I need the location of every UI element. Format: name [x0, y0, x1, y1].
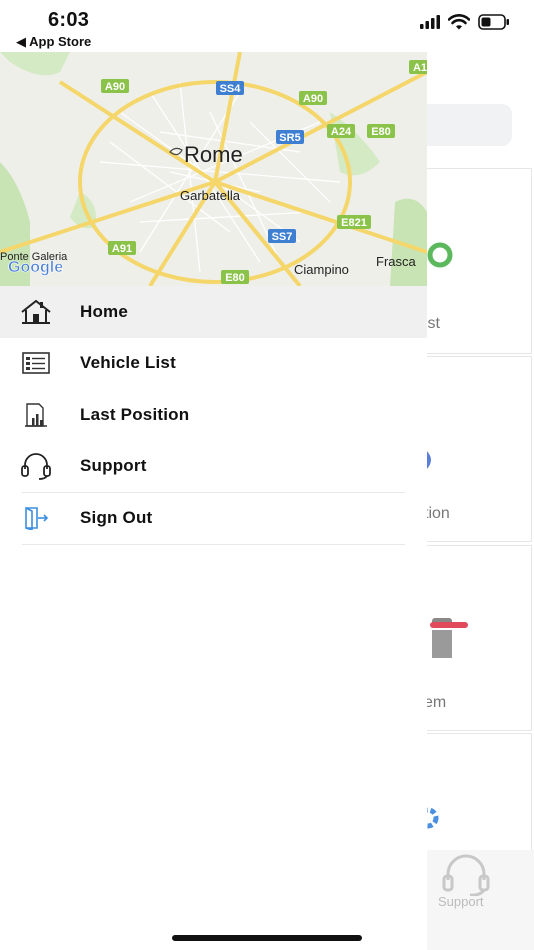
svg-text:A1: A1: [413, 62, 427, 74]
signal-icon: [420, 15, 440, 29]
svg-text:SR5: SR5: [279, 132, 300, 144]
menu-item-sign-out[interactable]: Sign Out: [0, 492, 427, 544]
status-bar: 6:03 ◀ App Store: [0, 0, 534, 52]
svg-text:SS4: SS4: [220, 83, 242, 95]
road-badge: E80: [221, 270, 249, 284]
menu-divider: [22, 544, 405, 545]
headset-icon: [442, 854, 490, 896]
svg-text:A90: A90: [303, 93, 323, 105]
road-badge: A24: [327, 124, 355, 138]
map-header[interactable]: A90 SS4 A1 A90 SR5 A24 E80 E821 SS7 A91 …: [0, 52, 427, 286]
map-label-rome: Rome: [184, 142, 243, 167]
support-nav-button[interactable]: Support: [410, 850, 534, 920]
road-badge: SS4: [216, 81, 244, 95]
menu-item-home[interactable]: Home: [0, 286, 427, 338]
svg-text:E80: E80: [371, 126, 391, 138]
menu-item-last-position[interactable]: Last Position: [0, 389, 427, 441]
google-logo: Google: [8, 259, 63, 276]
menu-item-label: Vehicle List: [80, 353, 176, 373]
menu-item-label: Support: [80, 456, 147, 476]
sign-out-icon: [20, 503, 52, 533]
background-card-label: em: [424, 694, 447, 711]
svg-text:A90: A90: [105, 81, 125, 93]
last-position-icon: [20, 400, 52, 430]
background-card-settings[interactable]: [410, 733, 532, 863]
background-card-vehicle-list[interactable]: ist: [410, 168, 532, 354]
road-badge: A1: [409, 60, 427, 74]
map-label-garbatella: Garbatella: [180, 188, 241, 203]
svg-text:E80: E80: [225, 272, 245, 284]
road-badge: E80: [367, 124, 395, 138]
background-card-label: tion: [424, 505, 450, 522]
background-card-system[interactable]: em: [410, 545, 532, 731]
map-label-frasca: Frasca: [376, 254, 417, 269]
menu-item-label: Sign Out: [80, 507, 153, 527]
drawer-menu: Home Vehicle List Last Position Support …: [0, 286, 427, 545]
svg-text:A91: A91: [112, 243, 132, 255]
road-badge: E821: [337, 215, 371, 229]
map-label-ciampino: Ciampino: [294, 262, 349, 277]
road-badge: SS7: [268, 229, 296, 243]
menu-item-label: Home: [80, 301, 129, 321]
svg-text:SS7: SS7: [272, 231, 293, 243]
menu-item-support[interactable]: Support: [0, 441, 427, 493]
home-indicator[interactable]: [172, 935, 362, 941]
background-bottom-nav: Support: [410, 850, 534, 950]
navigation-drawer: A90 SS4 A1 A90 SR5 A24 E80 E821 SS7 A91 …: [0, 0, 427, 950]
status-icons: [420, 14, 510, 30]
road-badge: A91: [108, 241, 136, 255]
background-card-last-position[interactable]: tion: [410, 356, 532, 542]
status-time: 6:03: [48, 9, 90, 31]
support-nav-label: Support: [438, 894, 484, 909]
road-badge: A90: [299, 91, 327, 105]
battery-icon: [478, 14, 509, 30]
rome-map: A90 SS4 A1 A90 SR5 A24 E80 E821 SS7 A91 …: [0, 52, 427, 286]
vehicle-list-icon: [20, 348, 52, 378]
road-badge: A90: [101, 79, 129, 93]
back-to-app-store-link[interactable]: ◀ App Store: [16, 34, 91, 50]
svg-text:E821: E821: [341, 217, 367, 229]
svg-text:A24: A24: [331, 126, 352, 138]
headset-icon: [20, 451, 52, 481]
home-icon: [20, 297, 52, 327]
wifi-icon: [448, 14, 470, 30]
menu-item-vehicle-list[interactable]: Vehicle List: [0, 338, 427, 390]
menu-item-label: Last Position: [80, 404, 190, 424]
barrier-icon: [422, 612, 472, 667]
road-badge: SR5: [276, 130, 304, 144]
